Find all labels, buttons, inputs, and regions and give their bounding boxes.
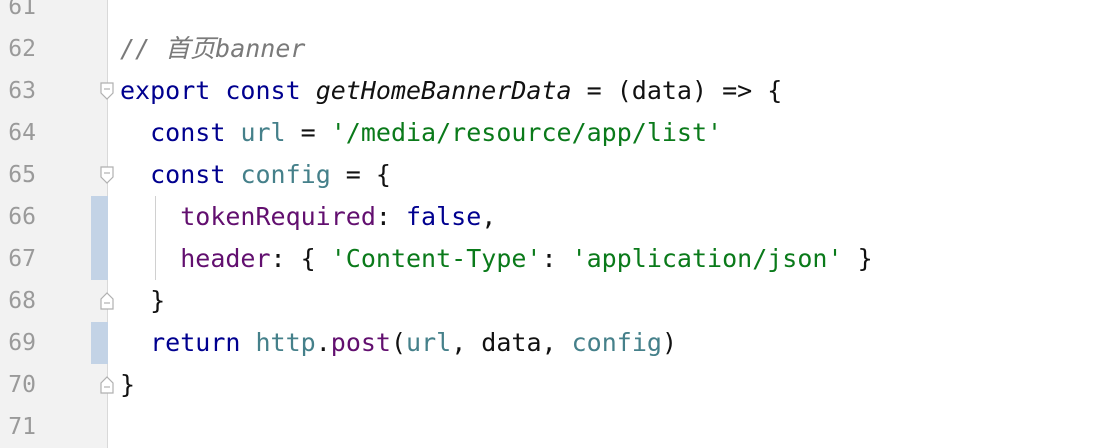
code-text[interactable]: const url = '/media/resource/app/list': [120, 112, 722, 154]
code-text[interactable]: // 首页banner: [120, 28, 305, 70]
code-line: 69 return http.post(url, data, config): [0, 322, 1120, 364]
code-line: 70}: [0, 364, 1120, 406]
code-text[interactable]: }: [120, 364, 135, 406]
code-token: '/media/resource/app/list': [330, 118, 723, 147]
code-text[interactable]: tokenRequired: false,: [120, 196, 496, 238]
fold-open-icon[interactable]: [100, 82, 114, 100]
code-token: return: [150, 328, 241, 357]
code-line: 67 header: { 'Content-Type': 'applicatio…: [0, 238, 1120, 280]
code-text[interactable]: const config = {: [120, 154, 391, 196]
code-text[interactable]: }: [120, 280, 165, 322]
code-token: false: [406, 202, 482, 231]
line-number: 65: [8, 162, 36, 188]
code-token: const: [150, 160, 226, 189]
code-line: 62 // 首页banner: [0, 28, 1120, 70]
code-token: url: [406, 328, 452, 357]
code-token: config: [571, 328, 662, 357]
line-number: 68: [8, 288, 36, 314]
fold-close-icon[interactable]: [100, 292, 114, 310]
code-text[interactable]: return http.post(url, data, config): [120, 322, 677, 364]
line-number: 66: [8, 204, 36, 230]
code-text[interactable]: export const getHomeBannerData = (data) …: [120, 70, 782, 112]
code-token: }: [120, 370, 136, 399]
line-number: 63: [8, 78, 36, 104]
fold-close-icon[interactable]: [100, 376, 114, 394]
code-token: }: [120, 286, 166, 315]
code-editor[interactable]: 61 62 // 首页banner 63 export const getHomeBan…: [0, 0, 1120, 448]
code-line: 63 export const getHomeBannerData = (data…: [0, 70, 1120, 112]
line-number: 70: [8, 372, 36, 398]
code-token: .: [315, 328, 331, 357]
code-token: getHomeBannerData: [315, 76, 572, 105]
code-token: const: [150, 118, 226, 147]
code-token: 'Content-Type': [330, 244, 542, 273]
code-line: 61: [0, 0, 1120, 28]
code-token: 'application/json': [571, 244, 843, 273]
code-token: header: [180, 244, 271, 273]
code-token: , data,: [451, 328, 572, 357]
code-token: :: [541, 244, 572, 273]
code-token: = (data) => {: [571, 76, 783, 105]
code-token: export: [120, 76, 211, 105]
code-line: 66 tokenRequired: false,: [0, 196, 1120, 238]
line-number: 62: [8, 36, 36, 62]
line-number: 64: [8, 120, 36, 146]
line-number: 71: [8, 414, 36, 440]
code-token: post: [330, 328, 391, 357]
code-line: 68 }: [0, 280, 1120, 322]
code-token: :: [375, 202, 406, 231]
code-token: (: [390, 328, 407, 357]
code-line: 71: [0, 406, 1120, 448]
code-token: ): [661, 328, 677, 357]
code-token: // 首页banner: [120, 34, 306, 63]
fold-open-icon[interactable]: [100, 166, 114, 184]
code-line: 65 const config = {: [0, 154, 1120, 196]
code-token: url: [240, 118, 286, 147]
code-token: tokenRequired: [180, 202, 376, 231]
line-number: 67: [8, 246, 36, 272]
code-token: = {: [330, 160, 391, 189]
code-token: const: [225, 76, 301, 105]
code-token: http: [255, 328, 316, 357]
code-token: ,: [481, 202, 497, 231]
line-number: 61: [8, 0, 36, 20]
code-token: }: [842, 244, 873, 273]
code-token: config: [240, 160, 331, 189]
code-token: : {: [270, 244, 331, 273]
code-token: =: [285, 118, 331, 147]
line-number: 69: [8, 330, 36, 356]
code-text[interactable]: header: { 'Content-Type': 'application/j…: [120, 238, 873, 280]
code-line: 64 const url = '/media/resource/app/list…: [0, 112, 1120, 154]
